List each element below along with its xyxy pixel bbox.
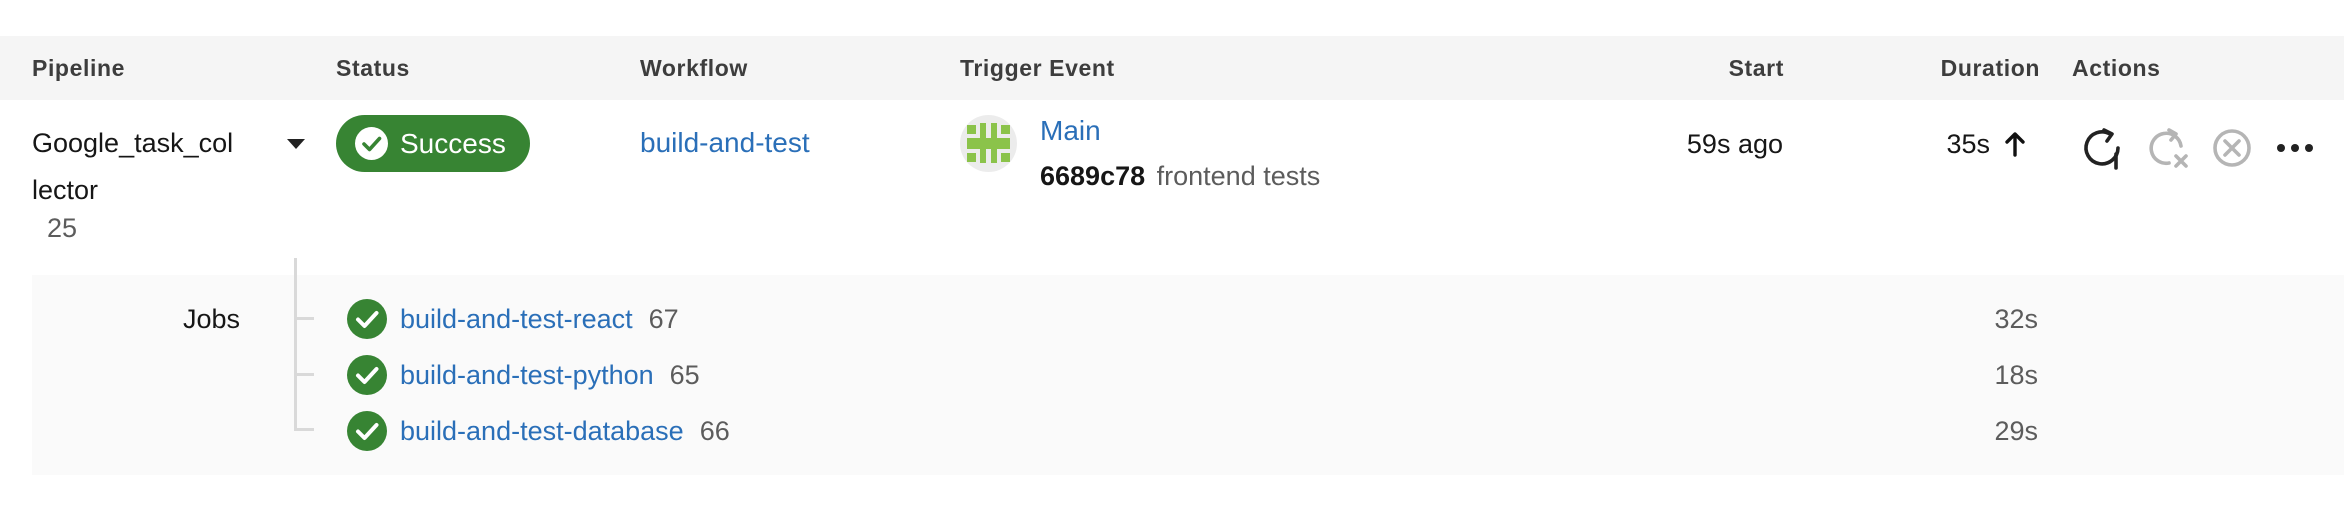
job-name-link[interactable]: build-and-test-python <box>400 360 654 391</box>
job-duration: 29s <box>1994 416 2038 446</box>
header-start: Start <box>1728 55 1784 81</box>
caret-down-icon[interactable] <box>285 136 307 152</box>
header-workflow: Workflow <box>640 55 748 81</box>
rerun-failed-icon[interactable] <box>2143 124 2191 172</box>
job-name-link[interactable]: build-and-test-database <box>400 416 684 447</box>
workflow-link[interactable]: build-and-test <box>640 126 810 160</box>
trigger-branch-link[interactable]: Main <box>1040 114 1101 148</box>
header-trigger-event: Trigger Event <box>960 55 1115 81</box>
start-time: 59s ago <box>1686 129 1783 159</box>
commit-message: frontend tests <box>1156 161 1321 191</box>
duration-value: 35s <box>1946 129 1990 159</box>
job-number: 66 <box>699 415 730 446</box>
arrow-up-icon <box>2004 131 2026 157</box>
header-duration: Duration <box>1940 55 2040 81</box>
trigger-commit: 6689c78 frontend tests <box>1040 160 1320 192</box>
job-duration: 18s <box>1994 360 2038 390</box>
job-name-link[interactable]: build-and-test-react <box>400 304 633 335</box>
rerun-icon[interactable] <box>2078 124 2126 172</box>
commit-hash[interactable]: 6689c78 <box>1040 161 1145 191</box>
check-circle-icon <box>355 127 388 160</box>
status-badge[interactable]: Success <box>336 115 530 172</box>
more-icon[interactable] <box>2272 124 2320 172</box>
job-row[interactable]: build-and-test-react 67 <box>347 299 679 339</box>
avatar-icon <box>960 115 1017 172</box>
job-row[interactable]: build-and-test-python 65 <box>347 355 700 395</box>
tree-branch <box>294 428 314 431</box>
status-label: Success <box>400 127 506 159</box>
job-row[interactable]: build-and-test-database 66 <box>347 411 730 451</box>
jobs-label: Jobs <box>182 304 240 334</box>
job-number: 65 <box>669 359 700 390</box>
job-duration: 32s <box>1994 304 2038 334</box>
cancel-icon[interactable] <box>2208 124 2256 172</box>
tree-branch <box>294 317 314 320</box>
tree-connector <box>294 258 297 430</box>
pipeline-number: 25 <box>47 213 78 243</box>
tree-branch <box>294 373 314 376</box>
check-circle-icon <box>347 411 387 451</box>
header-status: Status <box>336 55 410 81</box>
header-actions: Actions <box>2072 55 2161 81</box>
job-number: 67 <box>648 303 679 334</box>
check-circle-icon <box>347 299 387 339</box>
pipeline-name-line2: lector <box>32 175 99 205</box>
pipeline-name-line1: Google_task_col <box>32 128 234 158</box>
check-circle-icon <box>347 355 387 395</box>
header-pipeline: Pipeline <box>32 55 125 81</box>
pipeline-name[interactable]: Google_task_col lector <box>32 120 233 214</box>
